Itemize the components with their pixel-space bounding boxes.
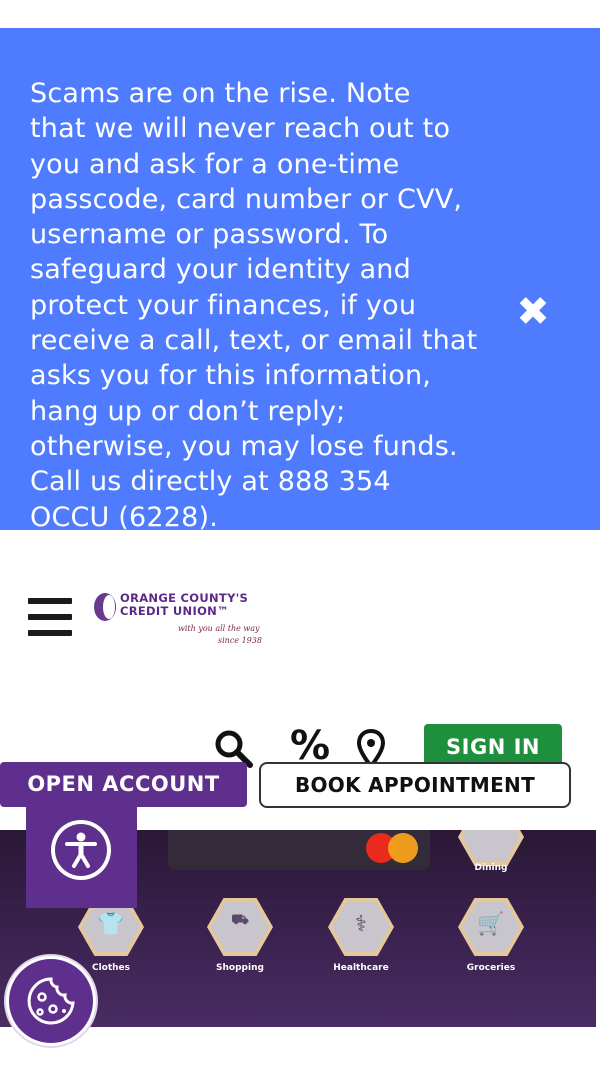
shopping-bag-icon: ⛟ (231, 912, 249, 928)
alert-line: hang up or don’t reply; (30, 395, 346, 427)
alert-line: OCCU (6228). (30, 501, 219, 533)
alert-line: safeguard your identity and (30, 254, 411, 286)
alert-line: you and ask for a one-time (30, 148, 400, 180)
hamburger-menu-icon[interactable] (28, 598, 72, 636)
alert-line: Scams are on the rise. Note (30, 78, 411, 109)
percent-icon[interactable]: % (290, 724, 330, 768)
healthcare-label: Healthcare (333, 963, 389, 973)
dining-hex-icon (458, 830, 524, 866)
logo-tagline1: with you all the way (178, 624, 260, 633)
cart-icon: 🛒 (477, 912, 505, 937)
dining-label: Dining (474, 863, 508, 873)
occu-logo[interactable]: ORANGE COUNTY'S CREDIT UNION™ with you a… (92, 590, 272, 648)
book-appointment-button[interactable]: BOOK APPOINTMENT (259, 762, 571, 808)
alert-line: that we will never reach out to (30, 113, 451, 145)
logo-tagline2: since 1938 (218, 636, 262, 645)
alert-line: username or password. To (30, 219, 389, 251)
cookie-icon (27, 977, 75, 1025)
scam-alert-message: Scams are on the rise. Note that we will… (30, 76, 500, 535)
close-icon[interactable]: ✖ (514, 292, 552, 332)
groceries-label: Groceries (466, 963, 516, 973)
mastercard-logo-icon (388, 833, 418, 863)
cookie-preferences-button[interactable] (6, 956, 96, 1046)
alert-line: receive a call, text, or email that (30, 325, 478, 357)
logo-line2: CREDIT UNION™ (120, 604, 229, 618)
shopping-label: Shopping (216, 963, 264, 973)
medicine-icon: ⚕ (355, 912, 367, 937)
accessibility-button[interactable] (26, 800, 137, 908)
logo-mark-icon (94, 593, 116, 621)
alert-line: Call us directly at 888 354 (30, 466, 391, 498)
shirt-icon: 👕 (97, 912, 125, 937)
alert-line: passcode, card number or CVV, (30, 183, 463, 215)
scam-alert-banner: Scams are on the rise. Note that we will… (0, 28, 600, 533)
accessibility-icon (51, 820, 111, 880)
logo-line1: ORANGE COUNTY'S (120, 591, 249, 605)
alert-line: protect your finances, if you (30, 289, 417, 321)
alert-line: asks you for this information, (30, 360, 432, 392)
alert-line: otherwise, you may lose funds. (30, 430, 458, 462)
